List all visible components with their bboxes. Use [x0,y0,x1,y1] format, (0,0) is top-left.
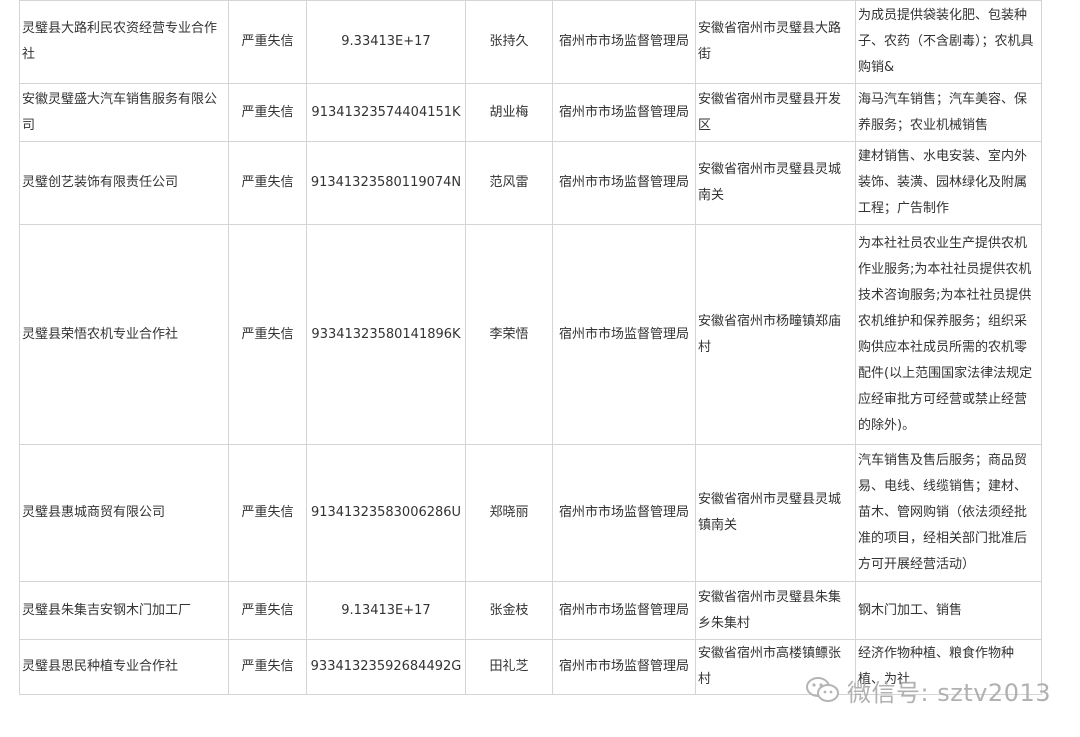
company-name-cell: 安徽灵璧盛大汽车销售服务有限公司 [19,83,229,142]
credit-code-cell: 91341323580119074N [306,141,466,225]
wechat-icon [805,675,841,705]
credit-status-cell: 严重失信 [228,83,307,142]
address-cell: 安徽省宿州市灵璧县灵城南关 [695,141,856,225]
authority-cell: 宿州市市场监督管理局 [552,83,696,142]
credit-status-cell: 严重失信 [228,581,307,640]
legal-person-cell: 胡业梅 [465,83,553,142]
legal-person-cell: 田礼芝 [465,639,553,695]
authority-cell: 宿州市市场监督管理局 [552,639,696,695]
table-body: 灵璧县大路利民农资经营专业合作社 严重失信 9.33413E+17 张持久 宿州市市场监… [19,0,1042,695]
credit-table: 灵璧县大路利民农资经营专业合作社 严重失信 9.33413E+17 张持久 宿州市市场监… [19,0,1042,695]
credit-code-cell: 9.33413E+17 [306,0,466,84]
business-scope-cell: 钢木门加工、销售 [855,581,1042,640]
address-cell: 安徽省宿州市灵璧县灵城镇南关 [695,444,856,582]
credit-status-cell: 严重失信 [228,0,307,84]
legal-person-cell: 李荣悟 [465,224,553,445]
company-name-cell: 灵璧县大路利民农资经营专业合作社 [19,0,229,84]
legal-person-cell: 张持久 [465,0,553,84]
credit-table-container: 灵璧县大路利民农资经营专业合作社 严重失信 9.33413E+17 张持久 宿州市市场监… [19,0,1042,695]
credit-status-cell: 严重失信 [228,639,307,695]
credit-code-cell: 93341323592684492G [306,639,466,695]
address-cell: 安徽省宿州市灵璧县开发区 [695,83,856,142]
address-cell: 安徽省宿州市杨疃镇郑庙村 [695,224,856,445]
credit-status-cell: 严重失信 [228,224,307,445]
legal-person-cell: 范风雷 [465,141,553,225]
table-row: 灵璧县朱集吉安钢木门加工厂 严重失信 9.13413E+17 张金枝 宿州市市场监督管理… [19,581,1042,640]
authority-cell: 宿州市市场监督管理局 [552,444,696,582]
company-name-cell: 灵璧县朱集吉安钢木门加工厂 [19,581,229,640]
company-name-cell: 灵璧县思民种植专业合作社 [19,639,229,695]
legal-person-cell: 张金枝 [465,581,553,640]
business-scope-cell: 为成员提供袋装化肥、包装种子、农药（不含剧毒）；农机具购销& [855,0,1042,84]
watermark: 微信号: sztv2013 [805,673,1051,707]
credit-code-cell: 91341323583006286U [306,444,466,582]
address-cell: 安徽省宿州市灵璧县朱集乡朱集村 [695,581,856,640]
table-row: 灵璧县大路利民农资经营专业合作社 严重失信 9.33413E+17 张持久 宿州市市场监… [19,0,1042,84]
address-cell: 安徽省宿州市灵璧县大路街 [695,0,856,84]
business-scope-cell: 汽车销售及售后服务；商品贸易、电线、线缆销售；建材、苗木、管网购销（依法须经批准… [855,444,1042,582]
company-name-cell: 灵璧县惠城商贸有限公司 [19,444,229,582]
authority-cell: 宿州市市场监督管理局 [552,141,696,225]
company-name-cell: 灵璧县荣悟农机专业合作社 [19,224,229,445]
business-scope-cell: 建材销售、水电安装、室内外装饰、装潢、园林绿化及附属工程；广告制作 [855,141,1042,225]
authority-cell: 宿州市市场监督管理局 [552,581,696,640]
business-scope-cell: 为本社社员农业生产提供农机作业服务;为本社社员提供农机技术咨询服务;为本社社员提… [855,224,1042,445]
table-row: 灵璧县荣悟农机专业合作社 严重失信 93341323580141896K 李荣悟 宿州市… [19,224,1042,445]
credit-status-cell: 严重失信 [228,444,307,582]
business-scope-cell: 海马汽车销售；汽车美容、保养服务；农业机械销售 [855,83,1042,142]
credit-code-cell: 9.13413E+17 [306,581,466,640]
legal-person-cell: 郑晓丽 [465,444,553,582]
watermark-text: 微信号: sztv2013 [847,678,1052,707]
table-row: 灵璧县惠城商贸有限公司 严重失信 91341323583006286U 郑晓丽 宿州市市… [19,444,1042,582]
company-name-cell: 灵璧创艺装饰有限责任公司 [19,141,229,225]
table-row: 灵璧创艺装饰有限责任公司 严重失信 91341323580119074N 范风雷 宿州市… [19,141,1042,225]
authority-cell: 宿州市市场监督管理局 [552,0,696,84]
credit-code-cell: 91341323574404151K [306,83,466,142]
credit-code-cell: 93341323580141896K [306,224,466,445]
table-row: 安徽灵璧盛大汽车销售服务有限公司 严重失信 91341323574404151K 胡业… [19,83,1042,142]
authority-cell: 宿州市市场监督管理局 [552,224,696,445]
credit-status-cell: 严重失信 [228,141,307,225]
